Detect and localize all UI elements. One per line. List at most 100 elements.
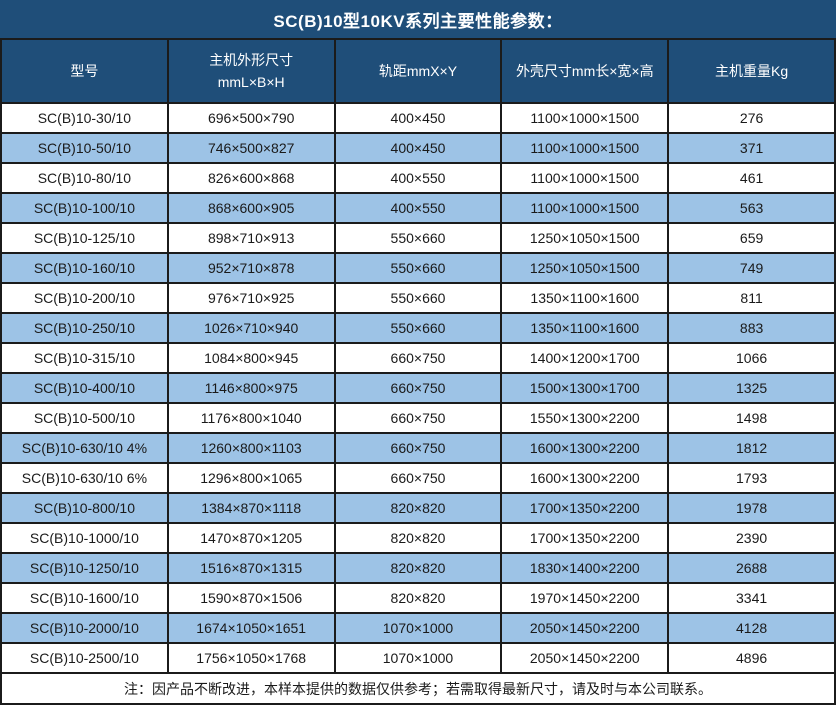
model-cell: SC(B)10-315/10 <box>1 343 168 373</box>
shell-dimensions-cell: 2050×1450×2200 <box>501 643 668 673</box>
table-row: SC(B)10-630/10 4%1260×800×1103660×750160… <box>1 433 835 463</box>
shell-dimensions-cell: 1700×1350×2200 <box>501 493 668 523</box>
rail-gauge-cell: 550×660 <box>335 253 502 283</box>
column-header-weight: 主机重量Kg <box>668 39 835 103</box>
model-cell: SC(B)10-200/10 <box>1 283 168 313</box>
host-dimensions-label-line1: 主机外形尺寸 <box>169 49 334 71</box>
rail-gauge-cell: 820×820 <box>335 523 502 553</box>
column-header-shell-dimensions: 外壳尺寸mm长×宽×高 <box>501 39 668 103</box>
host-dimensions-cell: 1146×800×975 <box>168 373 335 403</box>
model-cell: SC(B)10-2500/10 <box>1 643 168 673</box>
table-row: SC(B)10-1600/101590×870×1506820×8201970×… <box>1 583 835 613</box>
table-row: SC(B)10-500/101176×800×1040660×7501550×1… <box>1 403 835 433</box>
table-row: SC(B)10-800/101384×870×1118820×8201700×1… <box>1 493 835 523</box>
footer-note: 注：因产品不断改进，本样本提供的数据仅供参考；若需取得最新尺寸，请及时与本公司联… <box>0 674 836 705</box>
shell-dimensions-cell: 1100×1000×1500 <box>501 193 668 223</box>
shell-dimensions-cell: 1550×1300×2200 <box>501 403 668 433</box>
model-cell: SC(B)10-630/10 6% <box>1 463 168 493</box>
weight-cell: 4128 <box>668 613 835 643</box>
table-row: SC(B)10-2000/101674×1050×16511070×100020… <box>1 613 835 643</box>
host-dimensions-cell: 1026×710×940 <box>168 313 335 343</box>
host-dimensions-cell: 868×600×905 <box>168 193 335 223</box>
rail-gauge-cell: 660×750 <box>335 403 502 433</box>
rail-gauge-cell: 660×750 <box>335 433 502 463</box>
weight-cell: 4896 <box>668 643 835 673</box>
host-dimensions-cell: 1084×800×945 <box>168 343 335 373</box>
shell-dimensions-cell: 1600×1300×2200 <box>501 433 668 463</box>
host-dimensions-cell: 1590×870×1506 <box>168 583 335 613</box>
weight-cell: 1812 <box>668 433 835 463</box>
shell-dimensions-cell: 1100×1000×1500 <box>501 163 668 193</box>
shell-dimensions-cell: 1350×1100×1600 <box>501 313 668 343</box>
host-dimensions-cell: 1470×870×1205 <box>168 523 335 553</box>
host-dimensions-cell: 1260×800×1103 <box>168 433 335 463</box>
model-cell: SC(B)10-400/10 <box>1 373 168 403</box>
shell-dimensions-cell: 1600×1300×2200 <box>501 463 668 493</box>
shell-dimensions-cell: 1700×1350×2200 <box>501 523 668 553</box>
rail-gauge-cell: 660×750 <box>335 343 502 373</box>
weight-cell: 2390 <box>668 523 835 553</box>
host-dimensions-cell: 1674×1050×1651 <box>168 613 335 643</box>
rail-gauge-cell: 550×660 <box>335 223 502 253</box>
shell-dimensions-cell: 1830×1400×2200 <box>501 553 668 583</box>
model-cell: SC(B)10-2000/10 <box>1 613 168 643</box>
rail-gauge-cell: 550×660 <box>335 313 502 343</box>
weight-cell: 2688 <box>668 553 835 583</box>
column-header-model: 型号 <box>1 39 168 103</box>
table-title: SC(B)10型10KV系列主要性能参数： <box>0 0 836 38</box>
model-cell: SC(B)10-30/10 <box>1 103 168 133</box>
weight-cell: 659 <box>668 223 835 253</box>
spec-table-header: 型号 主机外形尺寸 mmL×B×H 轨距mmX×Y 外壳尺寸mm长×宽×高 主机… <box>1 39 835 103</box>
rail-gauge-cell: 660×750 <box>335 373 502 403</box>
host-dimensions-cell: 1176×800×1040 <box>168 403 335 433</box>
host-dimensions-label-line2: mmL×B×H <box>169 71 334 93</box>
rail-gauge-cell: 400×450 <box>335 133 502 163</box>
rail-gauge-cell: 1070×1000 <box>335 643 502 673</box>
table-row: SC(B)10-250/101026×710×940550×6601350×11… <box>1 313 835 343</box>
model-cell: SC(B)10-1000/10 <box>1 523 168 553</box>
rail-gauge-cell: 400×550 <box>335 193 502 223</box>
model-cell: SC(B)10-80/10 <box>1 163 168 193</box>
shell-dimensions-cell: 1250×1050×1500 <box>501 253 668 283</box>
shell-dimensions-cell: 2050×1450×2200 <box>501 613 668 643</box>
host-dimensions-cell: 898×710×913 <box>168 223 335 253</box>
table-row: SC(B)10-200/10976×710×925550×6601350×110… <box>1 283 835 313</box>
weight-cell: 371 <box>668 133 835 163</box>
host-dimensions-cell: 696×500×790 <box>168 103 335 133</box>
host-dimensions-cell: 1756×1050×1768 <box>168 643 335 673</box>
host-dimensions-cell: 826×600×868 <box>168 163 335 193</box>
weight-cell: 811 <box>668 283 835 313</box>
table-row: SC(B)10-400/101146×800×975660×7501500×13… <box>1 373 835 403</box>
rail-gauge-cell: 820×820 <box>335 493 502 523</box>
model-cell: SC(B)10-500/10 <box>1 403 168 433</box>
table-row: SC(B)10-125/10898×710×913550×6601250×105… <box>1 223 835 253</box>
rail-gauge-cell: 400×450 <box>335 103 502 133</box>
weight-cell: 1498 <box>668 403 835 433</box>
model-cell: SC(B)10-250/10 <box>1 313 168 343</box>
spec-table-page: SC(B)10型10KV系列主要性能参数： 型号 主机外形尺寸 mmL×B×H … <box>0 0 836 705</box>
table-row: SC(B)10-2500/101756×1050×17681070×100020… <box>1 643 835 673</box>
table-row: SC(B)10-160/10952×710×878550×6601250×105… <box>1 253 835 283</box>
shell-dimensions-cell: 1350×1100×1600 <box>501 283 668 313</box>
host-dimensions-cell: 1296×800×1065 <box>168 463 335 493</box>
host-dimensions-cell: 952×710×878 <box>168 253 335 283</box>
table-row: SC(B)10-630/10 6%1296×800×1065660×750160… <box>1 463 835 493</box>
table-row: SC(B)10-80/10826×600×868400×5501100×1000… <box>1 163 835 193</box>
shell-dimensions-cell: 1970×1450×2200 <box>501 583 668 613</box>
model-cell: SC(B)10-100/10 <box>1 193 168 223</box>
table-row: SC(B)10-315/101084×800×945660×7501400×12… <box>1 343 835 373</box>
shell-dimensions-cell: 1400×1200×1700 <box>501 343 668 373</box>
host-dimensions-cell: 1384×870×1118 <box>168 493 335 523</box>
shell-dimensions-cell: 1250×1050×1500 <box>501 223 668 253</box>
model-cell: SC(B)10-125/10 <box>1 223 168 253</box>
rail-gauge-cell: 400×550 <box>335 163 502 193</box>
host-dimensions-cell: 746×500×827 <box>168 133 335 163</box>
shell-dimensions-cell: 1100×1000×1500 <box>501 133 668 163</box>
model-cell: SC(B)10-800/10 <box>1 493 168 523</box>
table-row: SC(B)10-1000/101470×870×1205820×8201700×… <box>1 523 835 553</box>
weight-cell: 3341 <box>668 583 835 613</box>
column-header-host-dimensions: 主机外形尺寸 mmL×B×H <box>168 39 335 103</box>
shell-dimensions-cell: 1100×1000×1500 <box>501 103 668 133</box>
weight-cell: 749 <box>668 253 835 283</box>
rail-gauge-cell: 1070×1000 <box>335 613 502 643</box>
